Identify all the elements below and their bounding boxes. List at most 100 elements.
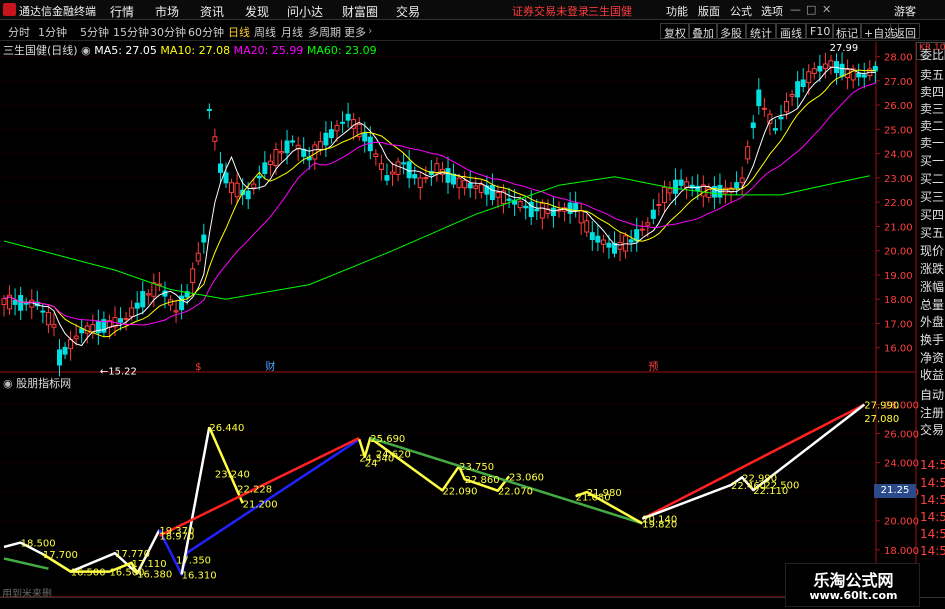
quote-label: 买五: [920, 226, 945, 240]
candle-body: [745, 146, 751, 160]
ma-settings-icon[interactable]: ◉: [81, 44, 91, 57]
price-tick-label: 21.00: [884, 222, 913, 233]
quote-label: 卖四: [920, 85, 945, 99]
watermark: 乐淘公式网 www.60lt.com: [785, 563, 920, 607]
zigzag-point-label: 16.380: [137, 569, 172, 580]
adjust-button[interactable]: 复权: [660, 23, 690, 40]
candle-body: [262, 162, 268, 174]
zigzag-point-label: 19.820: [642, 519, 677, 530]
window-close-icon[interactable]: ✕: [822, 3, 831, 16]
zigzag-point-label: 26.440: [209, 423, 244, 434]
period-weekly[interactable]: 周线: [254, 24, 276, 40]
candle-body: [123, 317, 129, 320]
period-30min[interactable]: 30分钟: [150, 24, 186, 40]
candle-body: [406, 161, 412, 179]
candle-body: [673, 179, 679, 194]
zigzag-point-label: 18.970: [159, 532, 194, 543]
login-warning[interactable]: 证券交易未登录: [512, 3, 589, 19]
menu-market[interactable]: 市场: [155, 3, 179, 20]
candle-body: [18, 294, 24, 311]
menu-function[interactable]: 功能: [666, 3, 688, 19]
candle-body: [173, 310, 179, 313]
candle-body: [378, 163, 384, 170]
candle-body: [267, 160, 273, 165]
overlay-button[interactable]: 叠加: [688, 23, 718, 40]
chart-canvas[interactable]: 16.00 17.00 18.00 19.00 20.00 21.00 22.00 23.00…: [0, 0, 945, 609]
menu-quotes[interactable]: 行情: [110, 3, 134, 20]
zigzag-line: [641, 403, 865, 520]
auto-label[interactable]: 自动: [920, 386, 945, 403]
period-15min[interactable]: 15分钟: [113, 24, 149, 40]
ma20-line: [3, 82, 876, 326]
menu-formula[interactable]: 公式: [730, 3, 752, 19]
period-monthly[interactable]: 月线: [281, 24, 303, 40]
period-multi[interactable]: 多周期: [308, 24, 341, 40]
trade-label[interactable]: 交易: [920, 421, 945, 438]
price-tick-label: 28.00: [884, 53, 913, 64]
candle-body: [678, 179, 684, 186]
zigzag-point-label: 16.310: [182, 570, 217, 581]
candle-body: [739, 177, 745, 184]
ma5-value: MA5: 27.05: [94, 44, 157, 57]
period-60min[interactable]: 60分钟: [188, 24, 224, 40]
main-legend: 三生国健(日线) ◉ MA5: 27.05 MA10: 27.08 MA20: …: [3, 42, 377, 58]
window-maximize-icon[interactable]: □: [806, 3, 816, 16]
menu-options[interactable]: 选项: [761, 3, 783, 19]
period-daily[interactable]: 日线: [228, 24, 250, 40]
price-tick-label: 27.00: [884, 77, 913, 88]
candle-body: [284, 140, 290, 154]
window-minimize-icon[interactable]: —: [790, 3, 801, 16]
menu-trade[interactable]: 交易: [396, 3, 420, 20]
candle-body: [795, 81, 801, 98]
candle-body: [151, 282, 157, 297]
candle-body: [279, 151, 284, 154]
menu-news[interactable]: 资讯: [200, 3, 224, 20]
guest-label[interactable]: 游客: [894, 3, 916, 19]
candle-body: [589, 232, 595, 241]
candle-body: [129, 307, 135, 317]
candle-body: [256, 175, 262, 179]
quote-label: 收益: [920, 368, 945, 382]
menu-ask[interactable]: 问小达: [287, 3, 323, 20]
candle-body: [606, 242, 612, 248]
period-1min[interactable]: 1分钟: [38, 24, 67, 40]
sub-legend: ◉ 股朋指标网: [3, 375, 71, 391]
menu-wealth[interactable]: 财富圈: [342, 3, 378, 20]
candle-body: [45, 311, 51, 326]
quote-label: 涨跌: [920, 262, 945, 276]
ma60-line: [3, 175, 870, 300]
more-chevron-icon[interactable]: ›: [368, 24, 372, 37]
watermark-url: www.60lt.com: [809, 589, 898, 602]
statistics-button[interactable]: 统计: [746, 23, 776, 40]
candle-body: [578, 209, 584, 224]
back-button[interactable]: 返回: [890, 23, 920, 40]
main-chart-title: 三生国健(日线): [3, 44, 78, 57]
menu-layout[interactable]: 版面: [698, 3, 720, 19]
zigzag-point-label: 18.500: [21, 539, 56, 550]
register-label[interactable]: 注册: [920, 404, 945, 421]
candle-body: [784, 101, 790, 113]
multi-stock-button[interactable]: 多股: [716, 23, 746, 40]
period-more[interactable]: 更多: [344, 24, 366, 40]
candle-body: [645, 222, 651, 226]
draw-line-button[interactable]: 画线: [776, 23, 806, 40]
candle-body: [384, 175, 390, 181]
candle-body: [229, 182, 235, 193]
event-marker: $: [195, 362, 201, 373]
zigzag-point-label: 17.700: [43, 550, 78, 561]
f10-button[interactable]: F10: [806, 23, 835, 39]
candle-body: [806, 71, 812, 84]
candle-body: [317, 141, 323, 150]
mark-button[interactable]: 标记: [832, 23, 862, 40]
candle-body: [312, 144, 318, 160]
period-tick[interactable]: 分时: [8, 24, 30, 40]
period-5min[interactable]: 5分钟: [80, 24, 109, 40]
indicator-settings-icon[interactable]: ◉: [3, 377, 13, 390]
candle-body: [212, 136, 218, 142]
tick-time: 14:50: [920, 493, 945, 507]
zigzag-point-label: 16.500: [71, 568, 106, 579]
app-logo-icon: [3, 3, 16, 16]
candle-body: [340, 121, 346, 124]
candle-body: [456, 177, 462, 188]
menu-discover[interactable]: 发现: [245, 3, 269, 20]
